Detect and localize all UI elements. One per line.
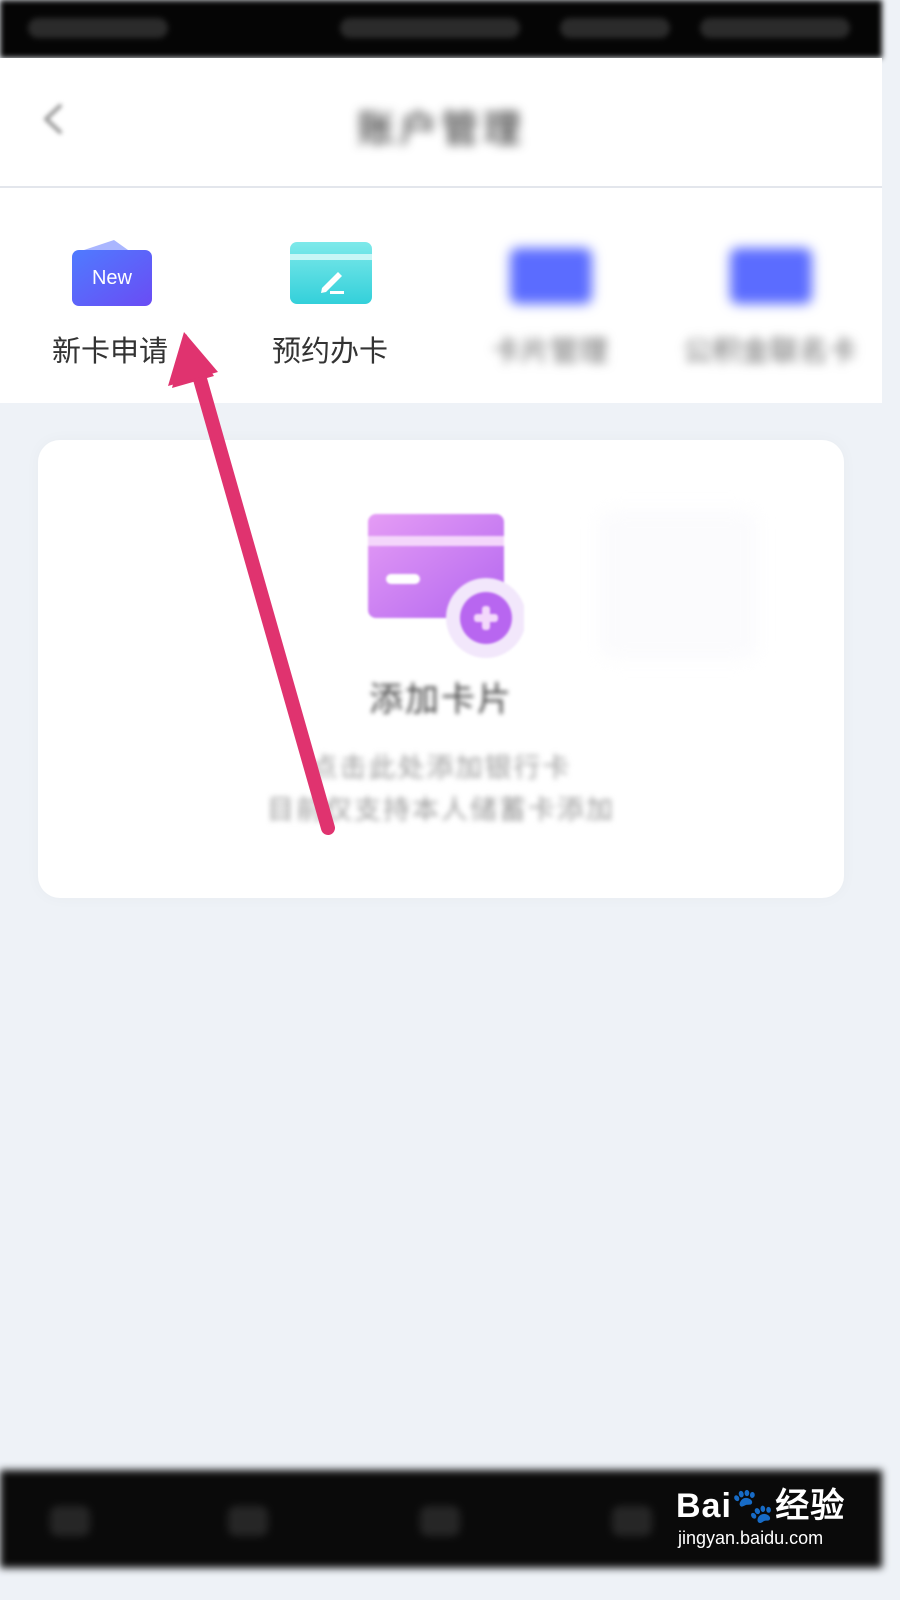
add-card-title: 添加卡片 bbox=[369, 680, 513, 720]
quick-action-reserve-card[interactable]: 预约办卡 bbox=[220, 228, 440, 378]
quick-action-fund-card[interactable]: 公积金联名卡 bbox=[660, 228, 880, 378]
quick-action-label: 预约办卡 bbox=[271, 334, 388, 368]
baidu-jingyan-watermark: Bai🐾经验 jingyan.baidu.com bbox=[676, 1472, 876, 1562]
new-card-icon: New bbox=[72, 240, 152, 306]
add-card-hint-2: 目前仅支持本人储蓄卡添加 bbox=[267, 795, 615, 826]
quick-action-label: 公积金联名卡 bbox=[682, 334, 857, 368]
blurred-shape bbox=[598, 510, 758, 660]
quick-action-label: 卡片管理 bbox=[491, 334, 608, 368]
quick-action-label: 新卡申请 bbox=[51, 334, 168, 368]
status-bar bbox=[0, 0, 882, 58]
new-badge-text: New bbox=[92, 267, 133, 289]
watermark-logo: Bai🐾经验 bbox=[676, 1487, 846, 1525]
card-icon bbox=[730, 248, 812, 304]
card-edit-icon bbox=[290, 242, 372, 304]
add-card-hint-1: 点击此处添加银行卡 bbox=[310, 753, 572, 784]
quick-action-card-manage[interactable]: 卡片管理 bbox=[440, 228, 660, 378]
top-app-bar: 账户管理 bbox=[0, 58, 882, 188]
add-card-panel[interactable]: 添加卡片 点击此处添加银行卡 目前仅支持本人储蓄卡添加 bbox=[38, 440, 844, 898]
quick-action-new-card[interactable]: New 新卡申请 bbox=[0, 228, 220, 378]
page-title: 账户管理 bbox=[356, 107, 525, 151]
add-card-icon bbox=[368, 514, 524, 658]
watermark-url: jingyan.baidu.com bbox=[678, 1528, 824, 1548]
card-icon bbox=[510, 248, 592, 304]
quick-actions: New 新卡申请 预约办卡 卡片管理 公积金联名卡 bbox=[0, 188, 882, 403]
